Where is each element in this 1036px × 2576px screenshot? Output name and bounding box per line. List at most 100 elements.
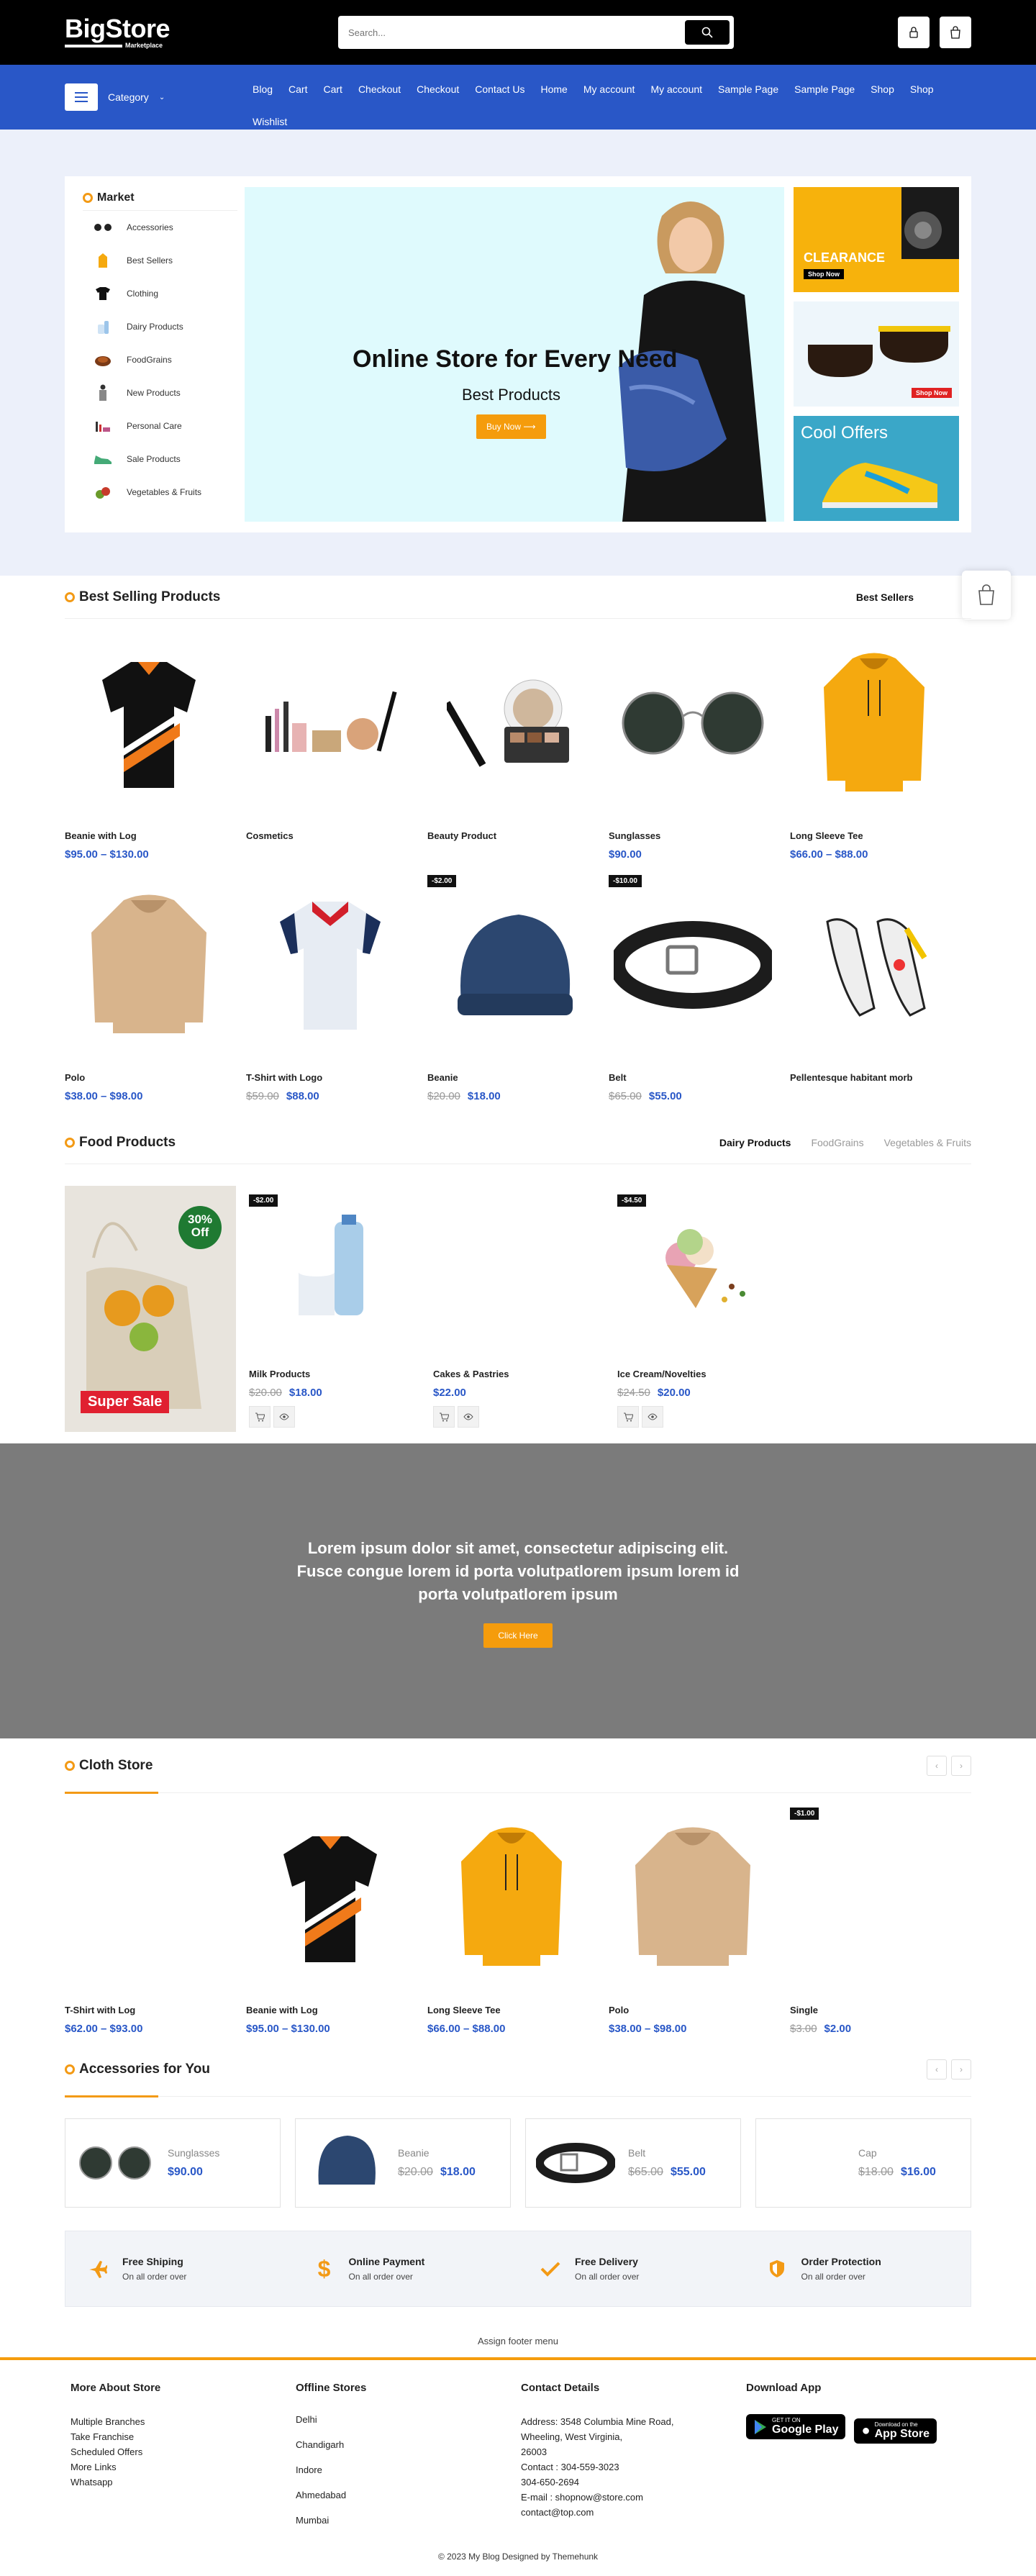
- product-card[interactable]: T-Shirt with Logo $59.00 $88.00: [246, 875, 427, 1102]
- market-item-accessories[interactable]: Accessories: [83, 211, 237, 244]
- tab-foodgrains[interactable]: FoodGrains: [811, 1137, 863, 1148]
- accessory-card[interactable]: Sunglasses $90.00: [65, 2118, 281, 2208]
- quick-view-button[interactable]: [458, 1406, 479, 1428]
- market-item-clothing[interactable]: Clothing: [83, 277, 237, 310]
- product-card[interactable]: -$2.00 Milk Products $20.00 $18.00: [236, 1186, 420, 1432]
- tab-best-sellers[interactable]: Best Sellers: [856, 591, 914, 603]
- product-card[interactable]: Sunglasses $90.00: [609, 633, 790, 861]
- footer-col-about: More About Store Multiple Branches Take …: [71, 2382, 296, 2533]
- nav-link-blog[interactable]: Blog: [245, 73, 281, 106]
- app-store-button[interactable]: ● Download on the App Store: [854, 2418, 937, 2444]
- cool-offers-banner[interactable]: Cool Offers: [794, 416, 959, 521]
- footer-link[interactable]: Whatsapp: [71, 2475, 296, 2490]
- feature-sub: On all order over: [348, 2272, 413, 2282]
- market-item-best-sellers[interactable]: Best Sellers: [83, 244, 237, 277]
- nav-link-shop-2[interactable]: Shop: [902, 73, 942, 106]
- product-card[interactable]: Polo $38.00 – $98.00: [65, 875, 246, 1102]
- tshirt-icon: [94, 284, 112, 303]
- product-card[interactable]: Pellentesque habitant morb: [790, 875, 971, 1102]
- product-card[interactable]: Polo $38.00 – $98.00: [609, 1808, 790, 2035]
- nav-link-checkout[interactable]: Checkout: [350, 73, 409, 106]
- footer-link[interactable]: Indore: [296, 2457, 521, 2482]
- product-card[interactable]: Beauty Product: [427, 633, 609, 861]
- product-card[interactable]: Beanie with Log $95.00 – $130.00: [246, 1808, 427, 2035]
- cart-icon: [255, 1412, 265, 1422]
- clearance-shop-button[interactable]: Shop Now: [804, 269, 844, 279]
- account-button[interactable]: [898, 17, 930, 48]
- footer-link[interactable]: Mumbai: [296, 2508, 521, 2533]
- sunglasses-shop-button[interactable]: Shop Now: [912, 388, 952, 398]
- accessory-card[interactable]: Beanie $20.00 $18.00: [295, 2118, 511, 2208]
- nav-link-shop[interactable]: Shop: [863, 73, 902, 106]
- category-button[interactable]: Category ⌄: [65, 65, 245, 130]
- product-card[interactable]: Long Sleeve Tee $66.00 – $88.00: [790, 633, 971, 861]
- search-input[interactable]: [348, 27, 685, 38]
- footer-link[interactable]: Ahmedabad: [296, 2482, 521, 2508]
- product-card[interactable]: -$4.50 Ice Cream/Novelties $24.50 $20.00: [604, 1186, 789, 1432]
- footer-link[interactable]: Delhi: [296, 2407, 521, 2432]
- quick-view-button[interactable]: [273, 1406, 295, 1428]
- super-sale-banner[interactable]: 30% Off Super Sale: [65, 1186, 236, 1432]
- prev-arrow-button[interactable]: ‹: [927, 1755, 947, 1776]
- product-card[interactable]: Cosmetics: [246, 633, 427, 861]
- circle-icon: [65, 2064, 75, 2074]
- market-item-vegetables[interactable]: Vegetables & Fruits: [83, 476, 237, 509]
- clearance-banner[interactable]: CLEARANCE Shop Now: [794, 187, 959, 292]
- click-here-button[interactable]: Click Here: [483, 1623, 553, 1648]
- footer-link[interactable]: Multiple Branches: [71, 2414, 296, 2429]
- hamburger-icon: [65, 83, 98, 111]
- next-arrow-button[interactable]: ›: [951, 2059, 971, 2080]
- market-item-foodgrains[interactable]: FoodGrains: [83, 343, 237, 376]
- footer-link[interactable]: Take Franchise: [71, 2429, 296, 2444]
- cart-button[interactable]: [940, 17, 971, 48]
- market-item-dairy[interactable]: Dairy Products: [83, 310, 237, 343]
- product-card[interactable]: -$1.00 Single $3.00 $2.00: [790, 1808, 971, 2035]
- discount-badge: -$2.00: [249, 1194, 278, 1207]
- next-arrow-button[interactable]: ›: [951, 1755, 971, 1776]
- buy-now-button[interactable]: Buy Now ⟶: [476, 414, 546, 439]
- product-price: $24.50 $20.00: [617, 1387, 691, 1399]
- product-image: [609, 1808, 777, 1987]
- product-name: Cosmetics: [246, 830, 294, 841]
- add-to-cart-button[interactable]: [249, 1406, 271, 1428]
- product-card[interactable]: T-Shirt with Log $62.00 – $93.00: [65, 1808, 246, 2035]
- product-card[interactable]: Cakes & Pastries $22.00: [420, 1186, 604, 1432]
- tab-dairy[interactable]: Dairy Products: [719, 1137, 791, 1148]
- google-play-button[interactable]: GET IT ON Google Play: [746, 2414, 846, 2439]
- nav-link-contact[interactable]: Contact Us: [467, 73, 532, 106]
- product-card[interactable]: -$2.00 Beanie $20.00 $18.00: [427, 875, 609, 1102]
- market-item-new-products[interactable]: New Products: [83, 376, 237, 409]
- prev-arrow-button[interactable]: ‹: [927, 2059, 947, 2080]
- nav-link-cart-2[interactable]: Cart: [315, 73, 350, 106]
- sunglasses-banner[interactable]: Shop Now: [794, 301, 959, 407]
- nav-link-wishlist[interactable]: Wishlist: [245, 106, 295, 138]
- add-to-cart-button[interactable]: [617, 1406, 639, 1428]
- nav-link-sample-page-2[interactable]: Sample Page: [786, 73, 863, 106]
- market-item-personal-care[interactable]: Personal Care: [83, 409, 237, 443]
- nav-link-home[interactable]: Home: [533, 73, 576, 106]
- food-products: 30% Off Super Sale -$2.00 Milk Products $…: [65, 1186, 971, 1432]
- product-card[interactable]: Beanie with Log $95.00 – $130.00: [65, 633, 246, 861]
- search-button[interactable]: [685, 20, 730, 45]
- footer-link[interactable]: More Links: [71, 2459, 296, 2475]
- footer-link[interactable]: Chandigarh: [296, 2432, 521, 2457]
- milk-icon: [94, 317, 112, 336]
- product-card[interactable]: Long Sleeve Tee $66.00 – $88.00: [427, 1808, 609, 2035]
- tab-vegetables[interactable]: Vegetables & Fruits: [884, 1137, 971, 1148]
- hero-slider[interactable]: Online Store for Every Need Best Product…: [245, 187, 784, 522]
- arrow-right-icon: ⟶: [523, 422, 536, 432]
- nav-link-my-account-2[interactable]: My account: [642, 73, 710, 106]
- clearance-title: CLEARANCE: [804, 250, 886, 265]
- footer-link[interactable]: Scheduled Offers: [71, 2444, 296, 2459]
- accessory-card[interactable]: Belt $65.00 $55.00: [525, 2118, 741, 2208]
- product-card[interactable]: -$10.00 Belt $65.00 $55.00: [609, 875, 790, 1102]
- accessory-card[interactable]: Cap $18.00 $16.00: [755, 2118, 971, 2208]
- nav-link-cart[interactable]: Cart: [281, 73, 315, 106]
- market-item-sale[interactable]: Sale Products: [83, 443, 237, 476]
- nav-link-sample-page[interactable]: Sample Page: [710, 73, 786, 106]
- nav-link-checkout-2[interactable]: Checkout: [409, 73, 467, 106]
- nav-link-my-account[interactable]: My account: [576, 73, 643, 106]
- add-to-cart-button[interactable]: [433, 1406, 455, 1428]
- quick-view-button[interactable]: [642, 1406, 663, 1428]
- site-logo[interactable]: BigStore Marketplace: [65, 16, 338, 49]
